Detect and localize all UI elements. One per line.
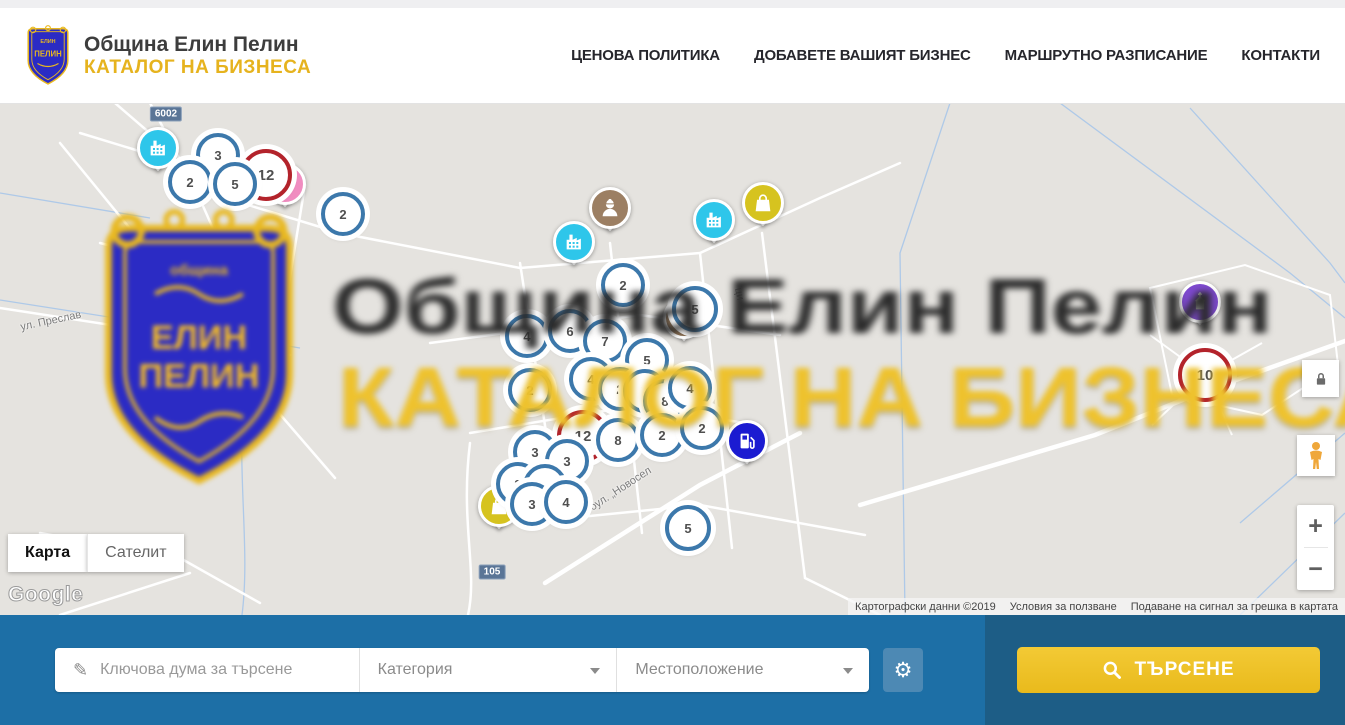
search-button-label: ТЪРСЕНЕ [1134,659,1234,681]
cluster-marker[interactable]: 2 [321,192,365,236]
map-pin-fuel[interactable] [727,420,767,476]
main-nav: ЦЕНОВА ПОЛИТИКА ДОБАВЕТЕ ВАШИЯТ БИЗНЕС МАР… [571,47,1320,64]
location-select-label: Местоположение [635,661,763,679]
cluster-marker[interactable]: 4 [505,314,549,358]
nav-item-2[interactable]: МАРШРУТНО РАЗПИСАНИЕ [1005,47,1208,64]
nav-item-3[interactable]: КОНТАКТИ [1241,47,1320,64]
attribution-link[interactable]: Условия за ползване [1003,601,1124,613]
map-type-satellite-button[interactable]: Сателит [87,534,183,572]
gear-icon: ⚙ [894,658,913,683]
pin-head [726,420,768,462]
pegman-button[interactable] [1297,435,1335,476]
zoom-in-button[interactable]: + [1297,505,1334,547]
site-title-line2: КАТАЛОГ НА БИЗНЕСА [84,57,311,79]
coat-of-arms-icon: ЕЛИН ПЕЛИН [24,24,72,88]
attribution-link[interactable]: Подаване на сигнал за грешка в картата [1124,601,1345,613]
cluster-marker[interactable]: 5 [213,162,257,206]
cluster-marker[interactable]: 2 [680,406,724,450]
svg-text:ЕЛИН: ЕЛИН [40,39,55,45]
map-type-map-button[interactable]: Карта [8,534,87,572]
lock-icon [1312,370,1330,388]
cluster-marker[interactable]: 5 [672,286,718,332]
header: ЕЛИН ПЕЛИН Община Елин Пелин КАТАЛОГ НА … [0,8,1345,104]
pin-head [589,187,631,229]
pin-head [693,199,735,241]
location-select[interactable]: Местоположение [617,648,869,692]
search-group: ✎ Категория Местоположение [55,648,869,692]
pin-head [553,221,595,263]
map-markers: 12325225467542278412822333834510 [0,103,1345,615]
google-logo[interactable]: Google [8,583,83,607]
map-pin-factory[interactable] [694,199,734,255]
pencil-icon: ✎ [73,660,88,681]
search-button[interactable]: ТЪРСЕНЕ [1017,647,1320,693]
category-select[interactable]: Категория [360,648,618,692]
pin-head [742,182,784,224]
nav-item-0[interactable]: ЦЕНОВА ПОЛИТИКА [571,47,720,64]
advanced-settings-button[interactable]: ⚙ [883,648,923,692]
page: ЕЛИН ПЕЛИН Община Елин Пелин КАТАЛОГ НА … [0,0,1345,725]
zoom-out-button[interactable]: − [1297,548,1334,590]
cluster-marker[interactable]: 8 [596,418,640,462]
search-icon [1102,660,1122,680]
category-select-label: Категория [378,661,453,679]
cluster-marker[interactable]: 2 [640,413,684,457]
chevron-down-icon [590,668,600,674]
top-strip [0,0,1345,8]
chevron-down-icon [843,668,853,674]
lock-button[interactable] [1302,360,1339,397]
site-title: Община Елин Пелин КАТАЛОГ НА БИЗНЕСА [84,33,311,79]
nav-item-1[interactable]: ДОБАВЕТЕ ВАШИЯТ БИЗНЕС [754,47,971,64]
cluster-marker[interactable]: 2 [508,368,552,412]
pin-head [137,127,179,169]
svg-text:ПЕЛИН: ПЕЛИН [34,49,62,58]
search-bar-left: ✎ Категория Местоположение ⚙ [0,615,985,725]
pegman-icon [1306,441,1326,471]
cluster-marker[interactable]: 4 [544,480,588,524]
search-bar-right: ТЪРСЕНЕ [985,615,1345,725]
keyword-section: ✎ [55,648,360,692]
map-attribution: Картографски данни ©2019Условия за ползв… [848,598,1345,615]
map-pin-worker[interactable] [590,187,630,243]
pin-head [1179,281,1221,323]
map-type-control: Карта Сателит [8,534,184,572]
site-logo[interactable]: ЕЛИН ПЕЛИН [24,24,72,88]
cluster-marker[interactable]: 5 [665,505,711,551]
cluster-marker[interactable]: 4 [668,366,712,410]
map-canvas[interactable]: ул. Преславбул. „Новоселци 6002105 [0,103,1345,615]
map-data-notice: Картографски данни ©2019 [848,601,1003,613]
cluster-marker[interactable]: 2 [168,160,212,204]
cluster-marker[interactable]: 10 [1178,348,1232,402]
search-bar: ✎ Категория Местоположение ⚙ [0,615,1345,725]
site-title-line1: Община Елин Пелин [84,33,311,57]
map-pin-church[interactable] [1180,281,1220,337]
keyword-input[interactable] [98,660,359,680]
cluster-marker[interactable]: 2 [601,263,645,307]
map-pin-bag[interactable] [743,182,783,238]
map-pin-factory[interactable] [554,221,594,277]
zoom-control: + − [1297,505,1334,590]
